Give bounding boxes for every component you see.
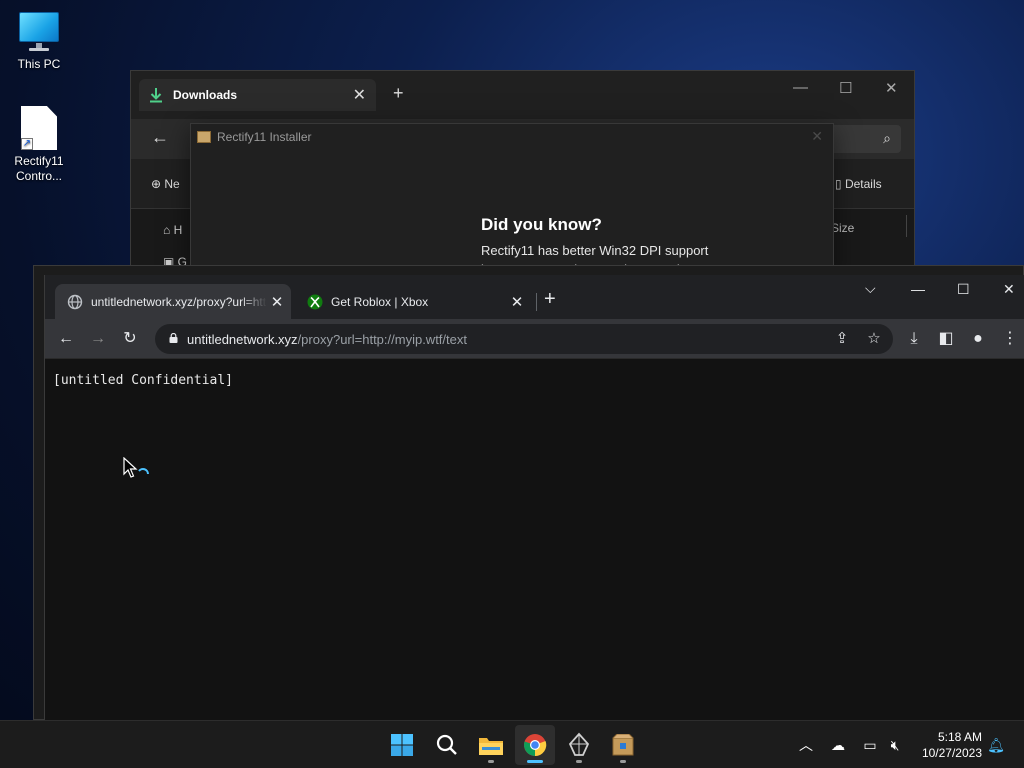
globe-icon [67, 294, 83, 309]
desktop-icon-label: This PC [17, 57, 61, 71]
onedrive-icon[interactable]: ☁ [828, 735, 848, 755]
installer-app-button[interactable] [603, 725, 643, 765]
details-button[interactable]: ▯ Details [835, 177, 882, 191]
xbox-icon [307, 294, 323, 309]
close-tab-icon[interactable]: ✕ [507, 293, 527, 311]
tab-separator [536, 293, 537, 311]
open-indicator [488, 760, 494, 763]
rectify11-app-button[interactable] [559, 725, 599, 765]
download-arrow-icon [150, 88, 162, 103]
desktop-icon-rectify11-control[interactable]: ↗ Rectify11 Contro... [4, 106, 74, 184]
package-icon [612, 734, 634, 756]
downloads-icon[interactable]: ⤓ [903, 328, 925, 350]
page-text: [untitled Confidential] [53, 373, 234, 388]
close-button[interactable]: ✕ [885, 79, 898, 97]
rectify-app-icon [568, 732, 590, 756]
document-shortcut-icon: ↗ [21, 106, 57, 150]
maximize-button[interactable]: ☐ [839, 79, 852, 97]
package-icon [197, 131, 211, 143]
tab-search-button[interactable]: ⌵ [865, 280, 876, 297]
notification-bell-icon[interactable]: 🔔︎ [986, 735, 1006, 755]
network-icon[interactable]: ▭ [860, 735, 880, 755]
file-explorer-button[interactable] [471, 725, 511, 765]
explorer-tab-title: Downloads [173, 88, 238, 102]
installer-title: Rectify11 Installer [217, 130, 312, 144]
search-button[interactable] [427, 725, 467, 765]
tab-strip: untitlednetwork.xyz/proxy?url=http://myi… [45, 275, 1024, 319]
folder-icon [479, 738, 503, 755]
minimize-button[interactable]: — [793, 79, 808, 96]
search-icon [436, 734, 457, 755]
back-arrow-icon[interactable]: ← [151, 127, 169, 148]
start-button[interactable] [382, 725, 422, 765]
close-tab-icon[interactable]: ✕ [267, 293, 287, 311]
open-indicator [620, 760, 626, 763]
close-icon[interactable]: ✕ [811, 128, 823, 145]
back-arrow-icon[interactable]: ← [55, 328, 77, 350]
side-panel-icon[interactable]: ◧ [935, 328, 957, 350]
explorer-tab-downloads[interactable]: Downloads ✕ [139, 79, 376, 111]
explorer-titlebar: Downloads ✕ + — ☐ ✕ [131, 71, 914, 119]
chrome-button[interactable] [515, 725, 555, 765]
focused-indicator [527, 760, 543, 763]
tab-get-roblox[interactable]: Get Roblox | Xbox ✕ [295, 284, 531, 319]
tab-proxy[interactable]: untitlednetwork.xyz/proxy?url=http://myi… [55, 284, 291, 319]
new-tab-button[interactable]: + [544, 288, 556, 311]
new-item-button[interactable]: ⊕ Ne [151, 177, 180, 191]
forward-arrow-icon[interactable]: → [87, 328, 109, 350]
clock-date: 10/27/2023 [921, 746, 982, 760]
column-header-size[interactable]: Size [831, 221, 854, 235]
reload-icon[interactable]: ↻ [119, 328, 141, 350]
close-tab-icon[interactable]: ✕ [353, 85, 366, 105]
system-clock[interactable]: 5:18 AM 10/27/2023 [912, 729, 982, 761]
desktop-icon-this-pc[interactable]: This PC [4, 0, 74, 72]
tip-heading: Did you know? [481, 215, 602, 234]
lock-icon [169, 333, 178, 343]
clock-time: 5:18 AM [937, 730, 982, 744]
new-tab-button[interactable]: + [393, 83, 404, 104]
chrome-window: untitlednetwork.xyz/proxy?url=http://myi… [44, 275, 1024, 720]
page-content: [untitled Confidential] [45, 359, 1024, 720]
monitor-icon [17, 10, 61, 54]
share-icon[interactable]: ⇪ [831, 328, 853, 350]
tab-title: untitlednetwork.xyz/proxy?url=http://myi… [91, 294, 267, 309]
minimize-button[interactable]: — [911, 281, 925, 297]
address-bar[interactable]: untitlednetwork.xyz/proxy?url=http://myi… [155, 324, 893, 354]
busy-cursor-icon [123, 457, 149, 478]
browser-toolbar: ← → ↻ untitlednetwork.xyz/proxy?url=http… [45, 319, 1024, 359]
maximize-button[interactable]: ☐ [957, 281, 970, 298]
bookmark-star-icon[interactable]: ☆ [863, 328, 885, 350]
nav-item-home[interactable]: ⌂ H [163, 223, 182, 237]
tab-title: Get Roblox | Xbox [331, 294, 429, 309]
chevron-up-icon[interactable]: ︿ [796, 735, 816, 755]
column-divider [906, 215, 907, 237]
desktop-icon-label: Rectify11 Contro... [14, 154, 64, 183]
installer-titlebar: Rectify11 Installer ✕ [191, 124, 833, 150]
profile-icon[interactable]: ● [967, 328, 989, 350]
menu-kebab-icon[interactable]: ⋮ [999, 328, 1021, 350]
chrome-icon [524, 734, 547, 757]
close-button[interactable]: ✕ [1003, 281, 1015, 298]
rectify11-installer-window: Rectify11 Installer ✕ Did you know? Rect… [190, 123, 834, 278]
search-icon: ⌕ [883, 130, 891, 146]
windows-start-icon [391, 734, 413, 756]
volume-muted-icon[interactable]: 🔇︎ [885, 735, 905, 755]
open-indicator [576, 760, 582, 763]
taskbar: ︿ ☁ ▭ 🔇︎ 5:18 AM 10/27/2023 🔔︎ [0, 720, 1024, 768]
address-url: untitlednetwork.xyz/proxy?url=http://myi… [187, 332, 467, 347]
